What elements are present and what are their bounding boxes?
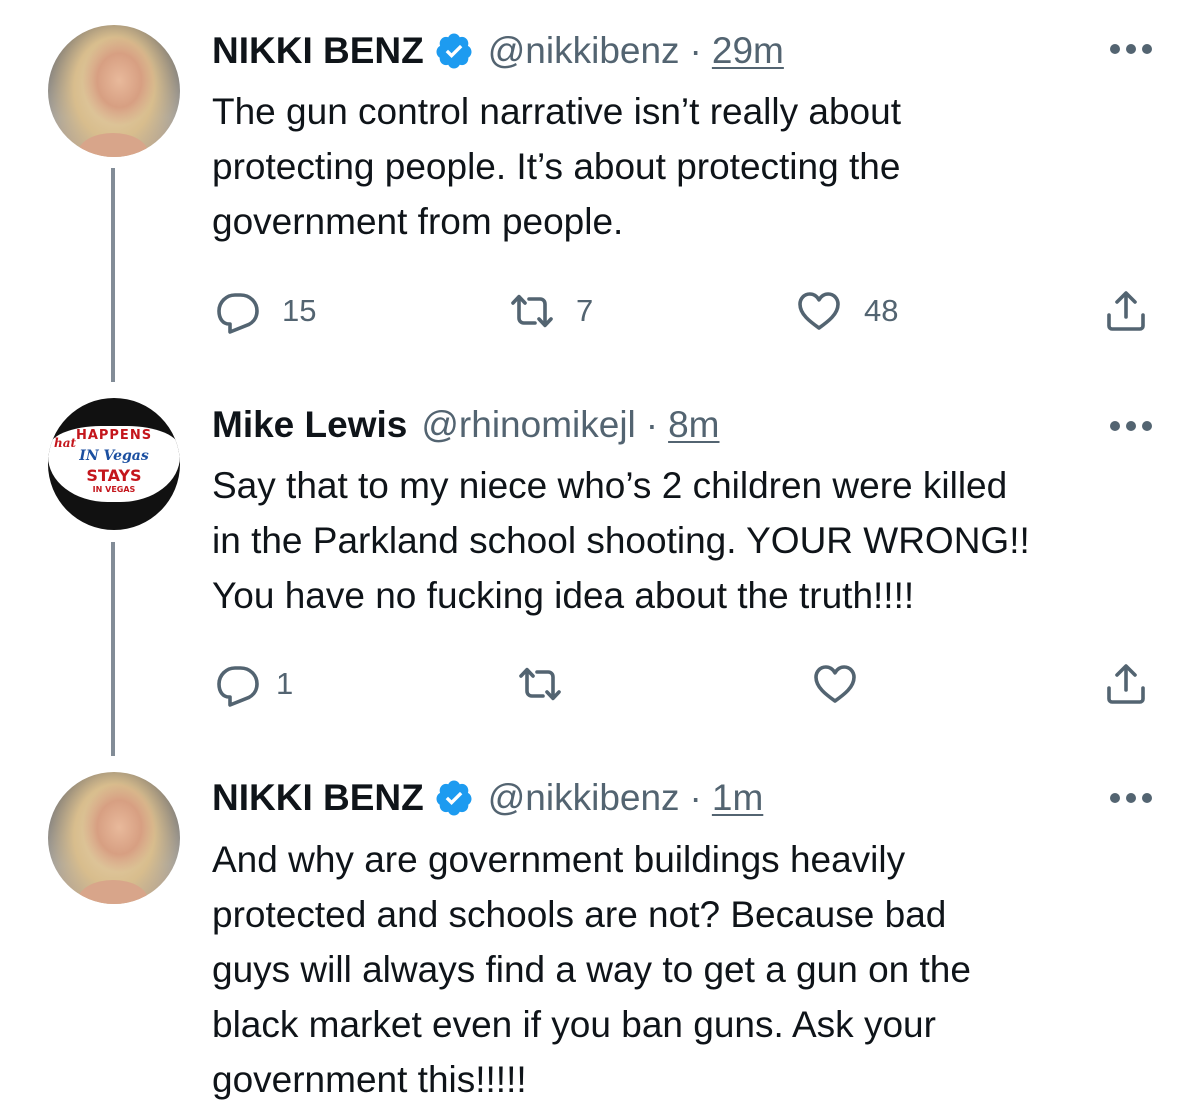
more-icon[interactable] (1108, 39, 1154, 59)
separator-dot: · (689, 30, 702, 71)
retweet-icon (511, 294, 553, 328)
tweet-text: And why are government buildings heavily… (212, 832, 1172, 1107)
like-button[interactable] (810, 660, 860, 708)
avatar-bottom-text: IN VEGAS (92, 485, 136, 494)
like-count: 48 (864, 293, 899, 328)
timestamp-link[interactable]: 8m (668, 404, 719, 446)
author-handle[interactable]: @nikkibenz (488, 777, 680, 819)
timestamp-link[interactable]: 1m (712, 777, 763, 819)
tweet-text-line: And why are government buildings heavily (212, 839, 906, 880)
reply-icon (217, 666, 259, 707)
reply-count: 1 (276, 666, 294, 701)
author-handle[interactable]: @nikkibenz (488, 30, 680, 72)
verified-badge-icon (436, 780, 472, 816)
share-icon (1107, 291, 1145, 331)
reply-button[interactable]: 1 (214, 660, 293, 708)
tweet-header: NIKKI BENZ @nikkibenz · 29m (212, 27, 784, 75)
vegas-sign-graphic: hat HAPPENS IN Vegas STAYS IN VEGAS (48, 426, 180, 502)
more-icon[interactable] (1108, 788, 1154, 808)
more-icon[interactable] (1108, 416, 1154, 436)
like-icon (814, 665, 856, 703)
retweet-count: 7 (576, 293, 594, 328)
tweet-text-line: Say that to my niece who’s 2 children we… (212, 465, 1008, 506)
share-icon (1107, 664, 1145, 704)
separator-dot: · (645, 404, 659, 445)
tweet-text: Say that to my niece who’s 2 children we… (212, 458, 1172, 623)
avatar-stays-text: STAYS (86, 466, 142, 485)
retweet-button[interactable] (516, 660, 564, 708)
like-icon (798, 292, 840, 330)
tweet-header: Mike Lewis @rhinomikejl · 8m (212, 401, 720, 449)
share-button[interactable] (1102, 660, 1150, 708)
tweet-text-line: protecting people. It’s about protecting… (212, 146, 901, 187)
thread-connector-line (111, 542, 115, 756)
author-name[interactable]: NIKKI BENZ (212, 777, 424, 819)
tweet-text-line: protected and schools are not? Because b… (212, 894, 947, 935)
tweet-text: The gun control narrative isn’t really a… (212, 84, 1172, 249)
tweet-text-line: government from people. (212, 201, 624, 242)
retweet-button[interactable]: 7 (508, 287, 593, 335)
avatar[interactable] (48, 772, 180, 904)
tweet-header: NIKKI BENZ @nikkibenz · 1m (212, 774, 763, 822)
tweet-text-line: government this!!!!! (212, 1059, 527, 1100)
tweet-text-line: in the Parkland school shooting. YOUR WR… (212, 520, 1030, 561)
like-button[interactable]: 48 (794, 287, 898, 335)
thread-connector-line (111, 168, 115, 382)
tweet-text-line: The gun control narrative isn’t really a… (212, 91, 901, 132)
author-name[interactable]: NIKKI BENZ (212, 30, 424, 72)
reply-icon (217, 293, 259, 334)
verified-badge-icon (436, 33, 472, 69)
retweet-icon (519, 667, 561, 701)
separator-dot: · (689, 777, 702, 818)
avatar-top-text: HAPPENS (75, 428, 153, 443)
tweet-text-line: black market even if you ban guns. Ask y… (212, 1004, 936, 1045)
reply-count: 15 (282, 293, 317, 328)
avatar-in-text: IN Vegas (79, 448, 149, 464)
reply-button[interactable]: 15 (214, 287, 316, 335)
avatar[interactable] (48, 25, 180, 157)
author-handle[interactable]: @rhinomikejl (421, 404, 635, 446)
tweet-text-line: guys will always find a way to get a gun… (212, 949, 971, 990)
share-button[interactable] (1102, 287, 1150, 335)
avatar[interactable]: hat HAPPENS IN Vegas STAYS IN VEGAS (48, 398, 180, 530)
timestamp-link[interactable]: 29m (712, 30, 784, 72)
tweet-text-line: You have no fucking idea about the truth… (212, 575, 915, 616)
author-name[interactable]: Mike Lewis (212, 404, 407, 446)
